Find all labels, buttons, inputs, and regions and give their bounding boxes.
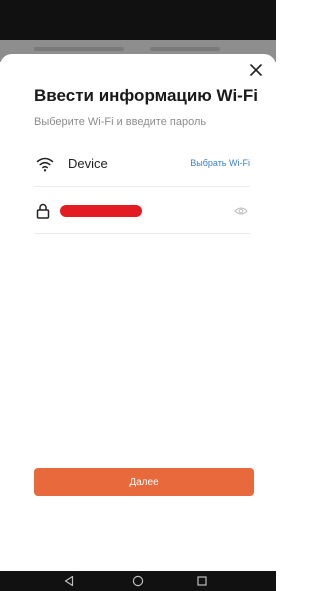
close-button[interactable] bbox=[246, 60, 266, 80]
lock-icon bbox=[36, 203, 50, 219]
eye-icon[interactable] bbox=[234, 206, 248, 216]
wifi-icon bbox=[36, 157, 54, 172]
wifi-network-row: Device Выбрать Wi-Fi bbox=[34, 144, 250, 187]
system-navigation-bar bbox=[0, 571, 276, 591]
dialog-subtitle: Выберите Wi-Fi и введите пароль bbox=[34, 116, 207, 128]
wifi-info-dialog: Ввести информацию Wi-Fi Выберите Wi-Fi и… bbox=[0, 54, 276, 571]
background-text-placeholder bbox=[34, 47, 124, 51]
background-text-placeholder bbox=[150, 47, 220, 51]
back-triangle-icon[interactable] bbox=[63, 575, 75, 587]
status-bar bbox=[0, 0, 276, 40]
close-icon bbox=[250, 64, 262, 76]
password-row bbox=[34, 191, 250, 234]
choose-wifi-link[interactable]: Выбрать Wi-Fi bbox=[190, 158, 250, 168]
wifi-ssid: Device bbox=[68, 156, 108, 171]
recents-square-icon[interactable] bbox=[196, 575, 208, 587]
dialog-title: Ввести информацию Wi-Fi bbox=[34, 86, 258, 105]
home-circle-icon[interactable] bbox=[132, 575, 144, 587]
password-input[interactable] bbox=[60, 201, 220, 223]
next-button[interactable]: Далее bbox=[34, 468, 254, 496]
